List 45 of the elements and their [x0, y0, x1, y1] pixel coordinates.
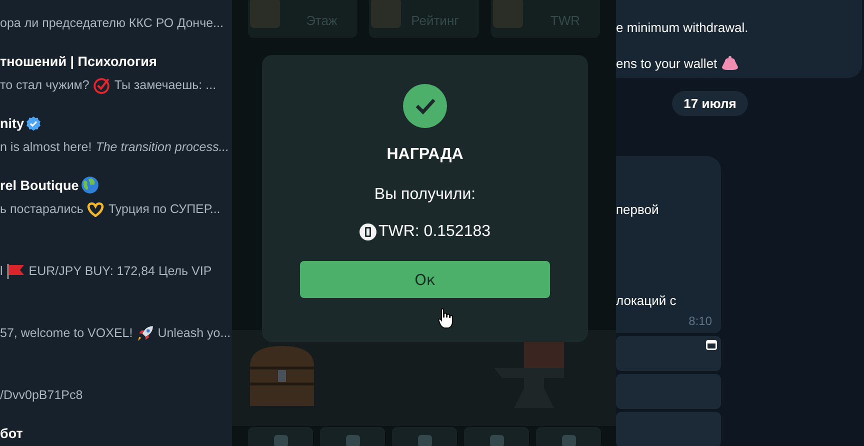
message-time: 8:10: [688, 314, 712, 328]
message-text: e minimum withdrawal.: [616, 20, 748, 34]
nav-button[interactable]: [320, 427, 385, 446]
chat-title: nity: [0, 116, 24, 130]
reward-amount: TWR: 0.152183: [378, 223, 491, 241]
globe-icon: [80, 176, 99, 194]
message-text: первой: [616, 202, 659, 216]
nav-button[interactable]: [536, 427, 601, 446]
chat-title: бот: [0, 426, 23, 440]
message-preview: то стал чужим?: [0, 78, 90, 92]
flag-icon: [6, 264, 25, 278]
nav-button[interactable]: [392, 427, 457, 446]
nav-button[interactable]: [464, 427, 529, 446]
message-preview: Ты замечаешь: ...: [114, 78, 216, 92]
keyboard-button[interactable]: [616, 374, 721, 409]
verified-badge-icon: [26, 116, 42, 130]
message-preview: The transition process...: [96, 140, 230, 154]
message-preview: ора ли председателю ККС РО Донче...: [0, 16, 224, 30]
message-preview: 57, welcome to VOXEL!: [0, 326, 133, 340]
ok-button[interactable]: Ок: [300, 261, 550, 298]
hand-cursor-icon: [438, 307, 454, 329]
window-icon: [706, 340, 717, 350]
coin-icon: [359, 223, 378, 241]
message-text: ens to your wallet: [616, 56, 718, 70]
chat-title: rel Boutique: [0, 178, 79, 192]
message-preview: Unleash yo...: [158, 326, 231, 340]
heart-hands-icon: [87, 202, 104, 216]
keyboard-button[interactable]: [616, 412, 721, 446]
keyboard-button[interactable]: [616, 336, 721, 371]
check-mark-icon: [93, 76, 110, 94]
date-badge: 17 июля: [672, 91, 748, 116]
purse-icon: [721, 55, 740, 71]
success-check-icon: [403, 84, 447, 128]
message-preview: n is almost here!: [0, 140, 92, 154]
dialog-message: Вы получили:: [374, 186, 476, 204]
message-preview: Турция по СУПЕР...: [108, 202, 220, 216]
message-preview: ь постарались: [0, 202, 84, 216]
message-text: локаций с: [616, 292, 676, 308]
message-preview: EUR/JPY BUY: 172,84 Цель VIP: [28, 264, 212, 278]
dialog-title: НАГРАДА: [386, 146, 464, 164]
chat-title: тношений | Психология: [0, 54, 157, 68]
message-preview: /Dvv0pB71Pc8: [0, 388, 83, 402]
rocket-icon: [136, 324, 154, 342]
message-preview: l: [0, 264, 3, 278]
nav-button[interactable]: [248, 427, 313, 446]
